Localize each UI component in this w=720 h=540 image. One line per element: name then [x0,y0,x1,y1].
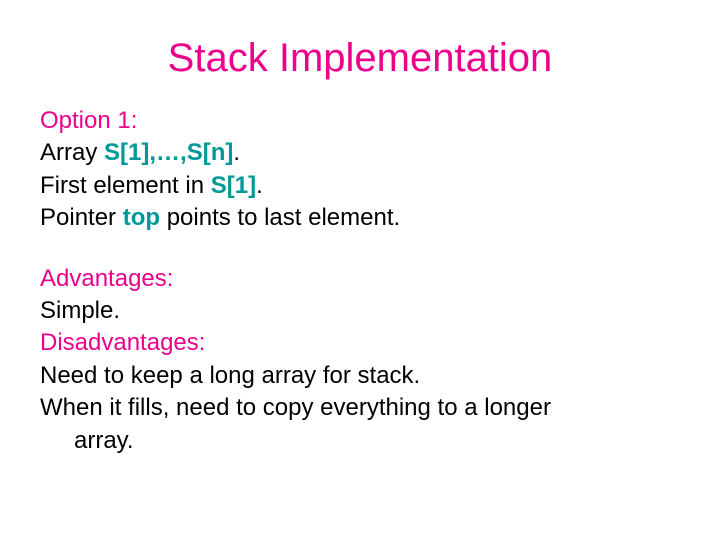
array-line: Array S[1],…,S[n]. [40,137,680,169]
slide-title: Stack Implementation [40,36,680,81]
pointer-text-1: Pointer [40,204,123,231]
array-expression: S[1],…,S[n] [104,139,233,166]
pointer-top: top [123,204,160,231]
disadvantages-text-2b: array. [40,425,680,457]
pointer-text-2: points to last element. [160,204,400,231]
disadvantages-text-2a: When it fills, need to copy everything t… [40,392,680,424]
first-text: First element in [40,172,211,199]
option-label: Option 1: [40,105,680,137]
pointer-line: Pointer top points to last element. [40,202,680,234]
slide-container: Stack Implementation Option 1: Array S[1… [0,0,720,477]
disadvantages-text-1: Need to keep a long array for stack. [40,360,680,392]
array-word: Array [40,139,104,166]
first-element-line: First element in S[1]. [40,170,680,202]
array-period: . [233,139,240,166]
first-s1: S[1] [211,172,256,199]
disadvantages-label: Disadvantages: [40,327,680,359]
advantages-label: Advantages: [40,263,680,295]
spacer [40,235,680,263]
first-period: . [256,172,263,199]
advantages-text: Simple. [40,295,680,327]
